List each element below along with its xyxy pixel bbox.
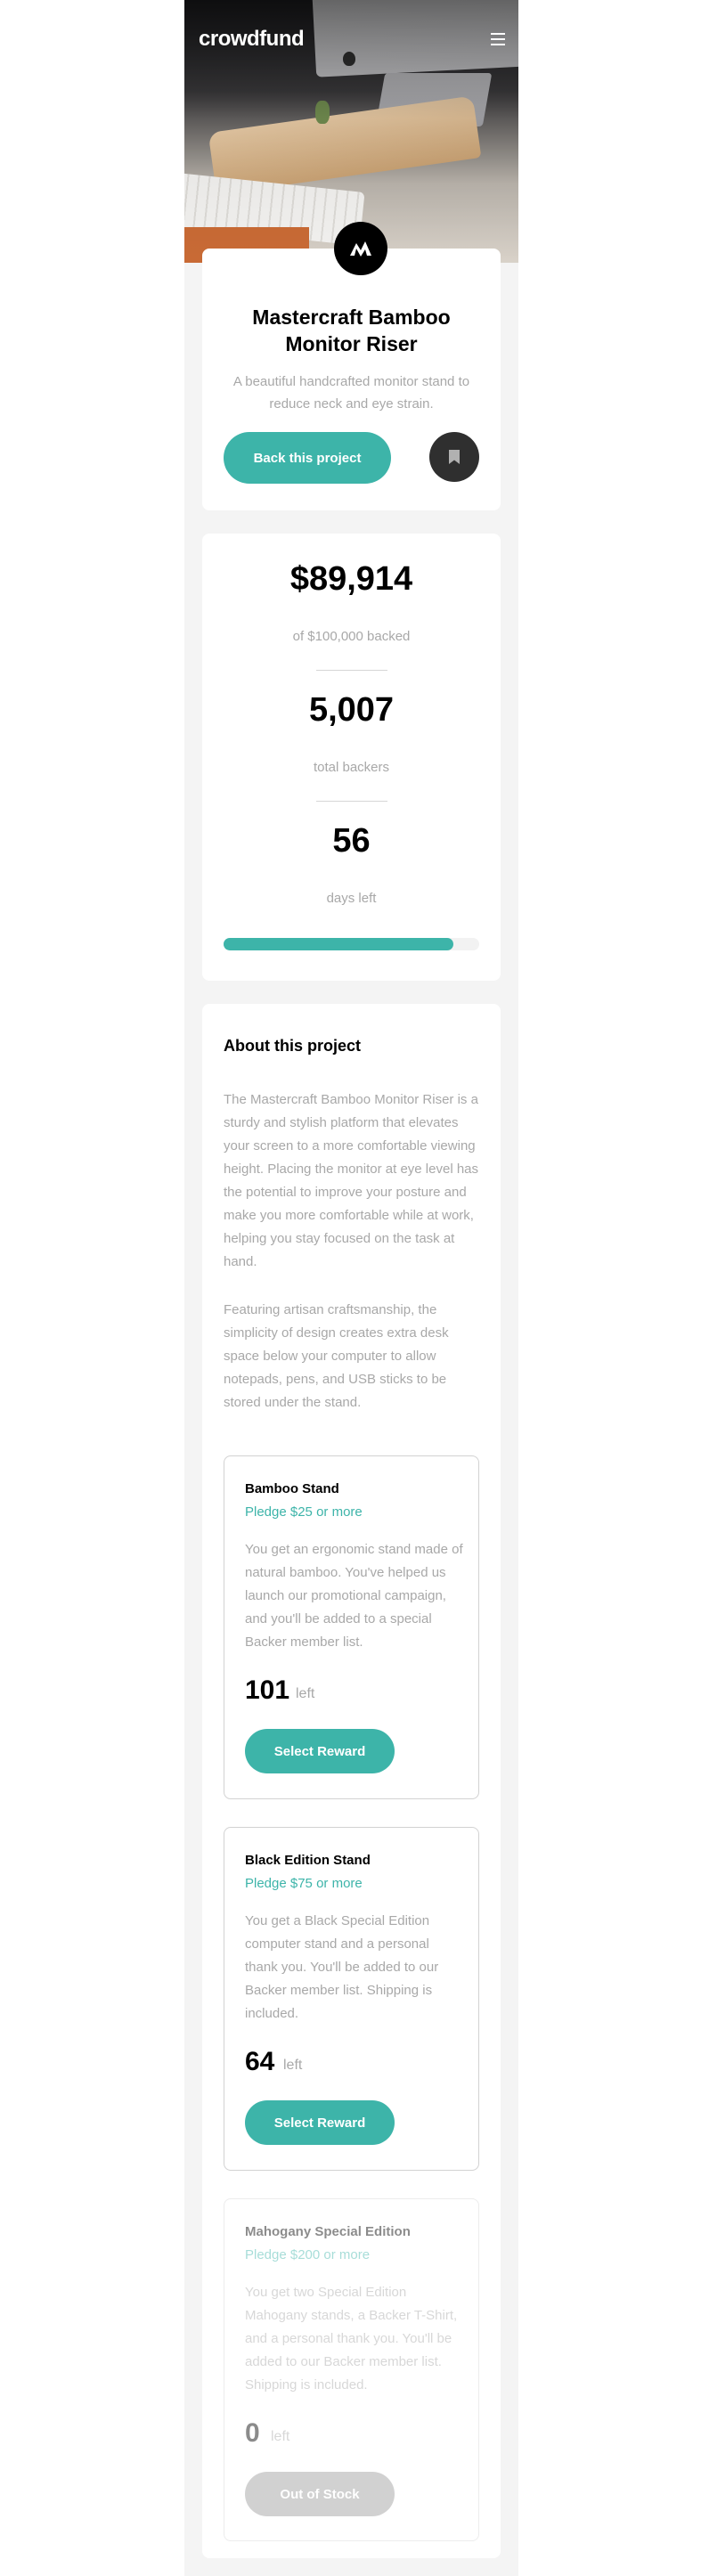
reward-left-label: left: [283, 2058, 303, 2073]
divider: [316, 670, 387, 671]
reward-name: Black Edition Stand: [245, 1853, 371, 1868]
days-left: 56: [332, 822, 371, 860]
amount-backed: $89,914: [289, 560, 413, 598]
reward-left-label: left: [296, 1686, 315, 1701]
stats-card: $89,914 of $100,000 backed 5,007 total b…: [202, 534, 501, 981]
reward-card-mahogany: Mahogany Special Edition Pledge $200 or …: [224, 2198, 479, 2541]
reward-pledge: Pledge $75 or more: [245, 1876, 363, 1891]
back-project-button[interactable]: Back this project: [224, 432, 391, 484]
mastercraft-logo-icon: [334, 222, 387, 275]
select-reward-button[interactable]: Select Reward: [245, 2100, 395, 2145]
about-paragraph: The Mastercraft Bamboo Monitor Riser is …: [224, 1092, 479, 1269]
total-backers: 5,007: [308, 691, 395, 729]
bookmark-button[interactable]: [429, 432, 479, 482]
mobile-page: crowdfund Mastercraft Bamboo Monitor Ris…: [184, 0, 518, 2576]
select-reward-button[interactable]: Select Reward: [245, 1729, 395, 1773]
reward-description: You get an ergonomic stand made of natur…: [245, 1542, 463, 1650]
brand-logo[interactable]: crowdfund: [199, 27, 305, 52]
about-card: About this project The Mastercraft Bambo…: [202, 1004, 501, 2558]
project-intro-card: Mastercraft Bamboo Monitor Riser A beaut…: [202, 222, 501, 510]
reward-remaining-count: 0: [245, 2418, 260, 2448]
amount-backed-label: of $100,000 backed: [292, 629, 411, 644]
out-of-stock-button: Out of Stock: [245, 2472, 395, 2516]
about-paragraph: Featuring artisan craftsmanship, the sim…: [224, 1302, 449, 1410]
reward-name: Mahogany Special Edition: [245, 2224, 411, 2239]
reward-description: You get two Special Edition Mahogany sta…: [245, 2285, 458, 2393]
days-left-label: days left: [326, 891, 377, 906]
reward-name: Bamboo Stand: [245, 1481, 339, 1496]
funding-progress-bar: [224, 938, 479, 950]
total-backers-label: total backers: [313, 760, 390, 775]
project-title: Mastercraft Bamboo Monitor Riser: [252, 306, 451, 355]
project-subtitle: A beautiful handcrafted monitor stand to…: [232, 374, 470, 412]
reward-card-bamboo: Bamboo Stand Pledge $25 or more You get …: [224, 1455, 479, 1799]
reward-pledge: Pledge $25 or more: [245, 1504, 363, 1520]
bookmark-icon: [449, 450, 460, 464]
reward-pledge: Pledge $200 or more: [245, 2247, 371, 2262]
reward-remaining-count: 101: [245, 1675, 290, 1705]
reward-description: You get a Black Special Edition computer…: [245, 1913, 439, 2021]
about-heading: About this project: [224, 1037, 361, 1055]
reward-left-label: left: [271, 2429, 290, 2444]
funding-progress-fill: [224, 938, 453, 950]
divider: [316, 801, 387, 802]
reward-remaining-count: 64: [245, 2047, 275, 2076]
hamburger-icon[interactable]: [491, 33, 505, 45]
reward-card-black-edition: Black Edition Stand Pledge $75 or more Y…: [224, 1827, 479, 2171]
